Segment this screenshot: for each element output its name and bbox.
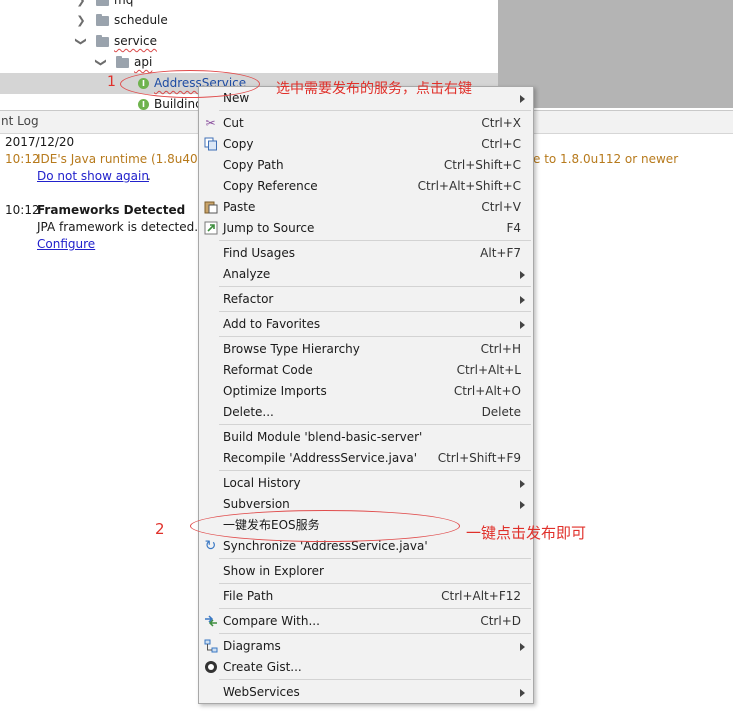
folder-icon [96, 0, 109, 6]
folder-icon [96, 14, 109, 26]
step2-number: 2 [155, 520, 165, 538]
tree-item-service[interactable]: ❯ service [0, 31, 200, 52]
menu-item-analyze[interactable]: Analyze [199, 264, 533, 285]
menu-item-local-history[interactable]: Local History [199, 473, 533, 494]
menu-item-build-module[interactable]: Build Module 'blend-basic-server' [199, 427, 533, 448]
menu-separator [219, 608, 531, 609]
log-entry1-time: 10:12 [5, 152, 40, 166]
step1-note: 选中需要发布的服务，点击右键 [276, 81, 472, 97]
submenu-arrow-icon [520, 271, 525, 279]
submenu-arrow-icon [520, 501, 525, 509]
jump-to-source-icon [203, 221, 218, 236]
menu-separator [219, 470, 531, 471]
menu-item-webservices[interactable]: WebServices [199, 682, 533, 703]
step1-number: 1 [107, 74, 116, 90]
compare-icon [203, 614, 218, 629]
menu-item-file-path[interactable]: File Path Ctrl+Alt+F12 [199, 586, 533, 607]
submenu-arrow-icon [520, 480, 525, 488]
menu-separator [219, 110, 531, 111]
step1-ellipse [120, 70, 260, 98]
menu-item-add-to-favorites[interactable]: Add to Favorites [199, 314, 533, 335]
menu-item-browse-type-hierarchy[interactable]: Browse Type Hierarchy Ctrl+H [199, 339, 533, 360]
menu-separator [219, 311, 531, 312]
github-icon [203, 660, 218, 675]
step2-ellipse [190, 510, 460, 542]
folder-icon [96, 35, 109, 47]
event-log-title: nt Log [1, 114, 39, 128]
menu-item-paste[interactable]: Paste Ctrl+V [199, 197, 533, 218]
menu-item-delete[interactable]: Delete... Delete [199, 402, 533, 423]
submenu-arrow-icon [520, 689, 525, 697]
menu-separator [219, 240, 531, 241]
log-entry1-text: IDE's Java runtime (1.8u40) [37, 152, 203, 166]
paste-icon [203, 200, 218, 215]
menu-item-compare-with[interactable]: Compare With... Ctrl+D [199, 611, 533, 632]
folder-icon [116, 56, 129, 68]
menu-item-create-gist[interactable]: Create Gist... [199, 657, 533, 678]
chevron-down-icon: ❯ [94, 57, 108, 68]
submenu-arrow-icon [520, 643, 525, 651]
log-date: 2017/12/20 [5, 135, 75, 149]
menu-item-cut[interactable]: ✂ Cut Ctrl+X [199, 113, 533, 134]
chevron-down-icon: ❯ [74, 36, 88, 47]
chevron-right-icon: ❯ [76, 14, 86, 27]
step2-note: 一键点击发布即可 [466, 524, 587, 542]
copy-icon [203, 137, 218, 152]
log-entry2-title: Frameworks Detected [37, 203, 186, 217]
menu-item-show-in-explorer[interactable]: Show in Explorer [199, 561, 533, 582]
submenu-arrow-icon [520, 296, 525, 304]
menu-separator [219, 558, 531, 559]
context-menu: New ✂ Cut Ctrl+X Copy Ctrl+C Copy Path C… [198, 86, 534, 704]
menu-item-reformat-code[interactable]: Reformat Code Ctrl+Alt+L [199, 360, 533, 381]
scissors-icon: ✂ [205, 116, 216, 130]
submenu-arrow-icon [520, 95, 525, 103]
menu-separator [219, 424, 531, 425]
diagram-icon [203, 639, 218, 654]
log-entry2-text: JPA framework is detected. [37, 220, 199, 234]
log-entry1-tail: e to 1.8.0u112 or newer [533, 152, 679, 166]
menu-item-find-usages[interactable]: Find Usages Alt+F7 [199, 243, 533, 264]
menu-separator [219, 336, 531, 337]
menu-item-copy-path[interactable]: Copy Path Ctrl+Shift+C [199, 155, 533, 176]
menu-item-refactor[interactable]: Refactor [199, 289, 533, 310]
log-entry2-time: 10:12 [5, 203, 40, 217]
do-not-show-again-link[interactable]: Do not show again [37, 168, 149, 185]
log-entry1-dot: . [147, 169, 151, 183]
menu-item-copy-reference[interactable]: Copy Reference Ctrl+Alt+Shift+C [199, 176, 533, 197]
menu-item-jump-to-source[interactable]: Jump to Source F4 [199, 218, 533, 239]
menu-separator [219, 583, 531, 584]
menu-item-optimize-imports[interactable]: Optimize Imports Ctrl+Alt+O [199, 381, 533, 402]
menu-separator [219, 286, 531, 287]
sync-icon: ↻ [204, 538, 217, 554]
configure-link[interactable]: Configure [37, 236, 95, 253]
submenu-arrow-icon [520, 321, 525, 329]
menu-separator [219, 633, 531, 634]
menu-item-copy[interactable]: Copy Ctrl+C [199, 134, 533, 155]
menu-item-diagrams[interactable]: Diagrams [199, 636, 533, 657]
menu-item-recompile[interactable]: Recompile 'AddressService.java' Ctrl+Shi… [199, 448, 533, 469]
tree-item-schedule[interactable]: ❯ schedule [0, 10, 200, 31]
interface-icon: I [138, 99, 149, 110]
menu-separator [219, 679, 531, 680]
